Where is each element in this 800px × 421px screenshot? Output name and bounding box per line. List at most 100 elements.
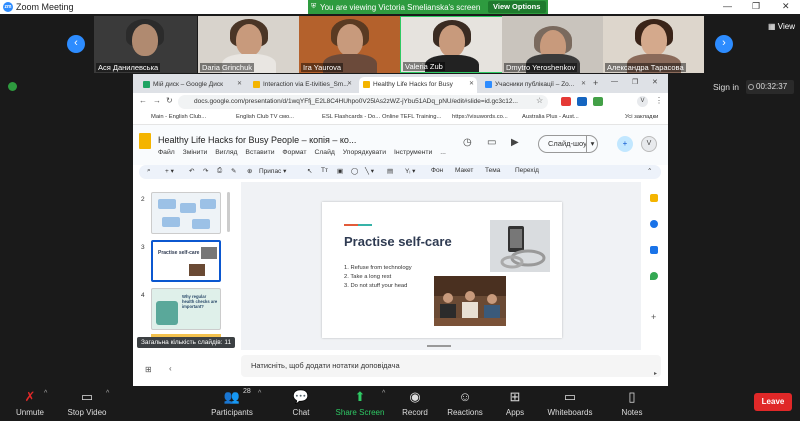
shape-icon[interactable]: ◯ [351, 167, 358, 175]
text-box-icon[interactable]: Tт [321, 167, 328, 174]
extension-icon[interactable] [577, 97, 587, 106]
sign-in-link[interactable]: Sign in [713, 82, 739, 92]
menu-item-format[interactable]: Формат [282, 149, 306, 156]
print-icon[interactable]: ⎙ [217, 167, 222, 175]
filmstrip-scrollbar[interactable] [227, 192, 230, 232]
collapse-filmstrip-icon[interactable]: ‹ [169, 364, 172, 373]
gallery-next-button[interactable]: › [715, 35, 733, 53]
profile-avatar[interactable]: V [637, 96, 648, 107]
gallery-prev-button[interactable]: ‹ [67, 35, 85, 53]
slide-thumbnail[interactable] [151, 192, 221, 234]
menu-item-more[interactable]: ... [440, 149, 446, 156]
close-tab-icon[interactable]: ✕ [237, 80, 242, 87]
notes-resize-handle[interactable] [427, 345, 451, 347]
menu-item-edit[interactable]: Змінити [183, 149, 208, 156]
comment-icon[interactable]: ▤ [387, 167, 393, 175]
input-tools-icon[interactable]: Yᵢ ▾ [405, 167, 415, 175]
background-button[interactable]: Фон [431, 167, 443, 174]
select-cursor-icon[interactable]: ↖ [307, 167, 312, 175]
close-tab-icon[interactable]: ✕ [581, 80, 586, 87]
video-call-icon[interactable]: ▶ [511, 137, 519, 148]
history-icon[interactable]: ◷ [463, 137, 472, 148]
theme-button[interactable]: Тема [485, 167, 500, 174]
participant-tile[interactable]: Александра Тарасова [603, 16, 704, 73]
bookmark-item[interactable]: ESL Flashcards - Do... [322, 114, 380, 120]
apps-button[interactable]: ⊞ Apps [485, 386, 545, 421]
menu-item-tools[interactable]: Інструменти [394, 149, 432, 156]
paint-format-icon[interactable]: ✎ [231, 167, 236, 175]
menu-item-insert[interactable]: Вставити [245, 149, 274, 156]
close-tab-icon[interactable]: ✕ [347, 80, 352, 87]
slide-bullet-list[interactable]: 1. Refuse from technology 2. Take a long… [344, 265, 412, 292]
url-input[interactable]: docs.google.com/presentation/d/1wqYFfj_E… [178, 95, 548, 109]
tasks-icon[interactable] [650, 220, 658, 228]
whiteboards-button[interactable]: ▭ Whiteboards [540, 386, 600, 421]
current-slide[interactable]: Practise self-care 1. Refuse from techno… [322, 202, 562, 338]
restore-button[interactable]: ❐ [752, 1, 760, 12]
menu-item-slide[interactable]: Слайд [314, 149, 334, 156]
participant-tile[interactable]: Ася Данилевська [94, 16, 197, 73]
speaker-notes-input[interactable]: Натисніть, щоб додати нотатки доповідача [241, 355, 661, 377]
share-screen-button[interactable]: ⬆ Share Screen [330, 386, 390, 421]
search-menus-icon[interactable]: ⌕ [147, 167, 151, 175]
bookmark-item[interactable]: https://visuwords.co... [452, 114, 508, 120]
browser-menu-icon[interactable]: ⋮ [655, 96, 663, 105]
menu-item-arrange[interactable]: Упорядкувати [343, 149, 386, 156]
window-restore-icon[interactable]: ❐ [632, 78, 638, 86]
slide-thumbnail-selected[interactable]: Practise self-care [151, 240, 221, 282]
add-addon-icon[interactable]: + [651, 312, 656, 322]
close-button[interactable]: ✕ [782, 1, 790, 12]
browser-tab[interactable]: Учасники публікації – Zo... ✕ [481, 77, 589, 93]
minimize-button[interactable]: — [723, 1, 732, 11]
slide-thumbnail[interactable]: Why regular health checks are important? [151, 288, 221, 330]
document-title[interactable]: Healthy Life Hacks for Busy People – коп… [158, 135, 356, 145]
participant-tile[interactable]: Daria Grinchuk [198, 16, 301, 73]
comments-icon[interactable]: ▭ [487, 137, 496, 148]
new-tab-icon[interactable]: + [593, 78, 598, 88]
back-icon[interactable]: ← [139, 96, 147, 105]
browser-tab-active[interactable]: Healthy Life Hacks for Busy ✕ [359, 77, 477, 93]
phone-chain-image[interactable] [490, 220, 550, 272]
bookmark-item[interactable]: English Club TV смо... [236, 114, 294, 120]
bookmark-item[interactable]: Online TEFL Training... [382, 114, 441, 120]
forward-icon[interactable]: → [153, 96, 161, 105]
view-button[interactable]: ▦ View [768, 22, 795, 31]
leave-button[interactable]: Leave [754, 393, 792, 411]
participants-chevron-icon[interactable]: ^ [258, 390, 261, 397]
audio-options-chevron-icon[interactable]: ^ [44, 390, 47, 397]
bookmark-item[interactable]: Australia Plus - Aust... [522, 114, 579, 120]
menu-item-file[interactable]: Файл [158, 149, 175, 156]
undo-icon[interactable]: ↶ [189, 167, 194, 175]
participant-tile[interactable]: Ira Yaurova [299, 16, 402, 73]
browser-tab[interactable]: Interaction via E-tivities_Sm... ✕ [249, 77, 355, 93]
layout-button[interactable]: Макет [455, 167, 473, 174]
contacts-icon[interactable] [650, 246, 658, 254]
account-avatar[interactable]: V [641, 136, 657, 152]
participant-tile[interactable]: Dmytro Yeroshenkov [502, 16, 605, 73]
notes-button[interactable]: ▯ Notes [602, 386, 662, 421]
window-minimize-icon[interactable]: — [611, 78, 618, 85]
view-options-button[interactable]: View Options ▾ [488, 1, 546, 23]
image-icon[interactable]: ▣ [337, 167, 343, 175]
unmute-button[interactable]: ✗ Unmute [0, 386, 60, 421]
close-tab-icon[interactable]: ✕ [469, 80, 474, 87]
window-close-icon[interactable]: ✕ [652, 78, 658, 86]
encryption-shield-icon[interactable] [8, 82, 17, 91]
scroll-down-icon[interactable]: ▸ [654, 370, 657, 377]
redo-icon[interactable]: ↷ [203, 167, 208, 175]
keep-icon[interactable] [650, 194, 658, 202]
line-icon[interactable]: ╲ ▾ [365, 167, 374, 175]
slide-title[interactable]: Practise self-care [344, 234, 452, 249]
browser-tab[interactable]: Мій диск – Google Диск ✕ [139, 77, 245, 93]
video-options-chevron-icon[interactable]: ^ [106, 390, 109, 397]
maps-icon[interactable] [650, 272, 658, 280]
transition-button[interactable]: Перехід [515, 167, 539, 174]
cafe-people-image[interactable] [434, 276, 506, 326]
all-bookmarks-folder[interactable]: Усі закладки [625, 114, 658, 120]
reload-icon[interactable]: ↻ [166, 96, 173, 105]
chevron-up-icon[interactable]: ⌃ [647, 167, 652, 175]
slideshow-button[interactable]: Слайд-шоу ▾ [538, 135, 598, 153]
chat-button[interactable]: 💬 Chat [271, 386, 331, 421]
new-slide-icon[interactable]: + ▾ [165, 167, 174, 175]
participant-tile-active-speaker[interactable]: Valeria Zub [400, 16, 503, 73]
